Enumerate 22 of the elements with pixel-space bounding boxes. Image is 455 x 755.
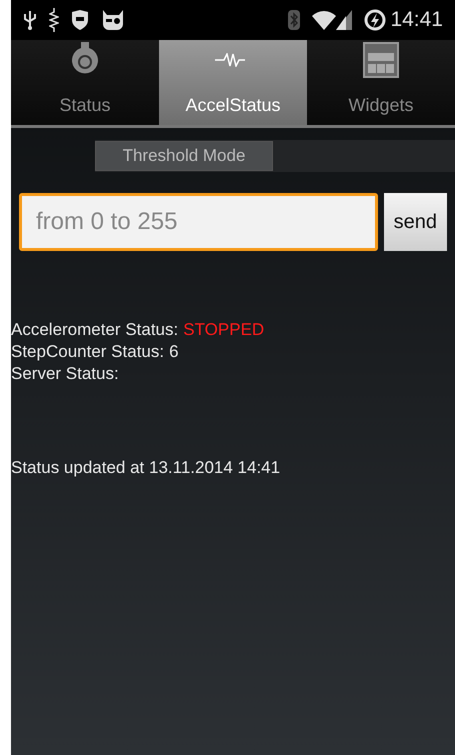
tab[interactable]: AccelStatus	[159, 40, 307, 125]
widget-grid-icon	[363, 42, 399, 78]
status-value: STOPPED	[183, 319, 264, 341]
zigzag-icon	[49, 8, 59, 32]
tab[interactable]: Status	[11, 40, 159, 125]
tab[interactable]: Widgets	[307, 40, 455, 125]
updated-text: Status updated at 13.11.2014 14:41	[11, 457, 282, 479]
input-field[interactable]: from 0 to 255	[19, 193, 378, 251]
shield-icon	[71, 10, 89, 30]
status-label: Accelerometer Status:	[11, 319, 178, 341]
status-label: Server Status:	[11, 363, 119, 385]
status-value: 6	[169, 341, 179, 363]
robot-icon	[101, 10, 125, 30]
signal-icon	[336, 10, 352, 30]
send-button[interactable]: send	[384, 193, 447, 251]
usb-icon	[23, 9, 37, 31]
charging-icon	[364, 9, 386, 31]
clock-time: 14:41	[390, 7, 443, 34]
bluetooth-icon	[288, 10, 300, 30]
switch-track[interactable]: Threshold Mode	[95, 140, 455, 172]
status-label: StepCounter Status:	[11, 341, 164, 363]
switch-thumb[interactable]: Threshold Mode	[95, 141, 273, 171]
